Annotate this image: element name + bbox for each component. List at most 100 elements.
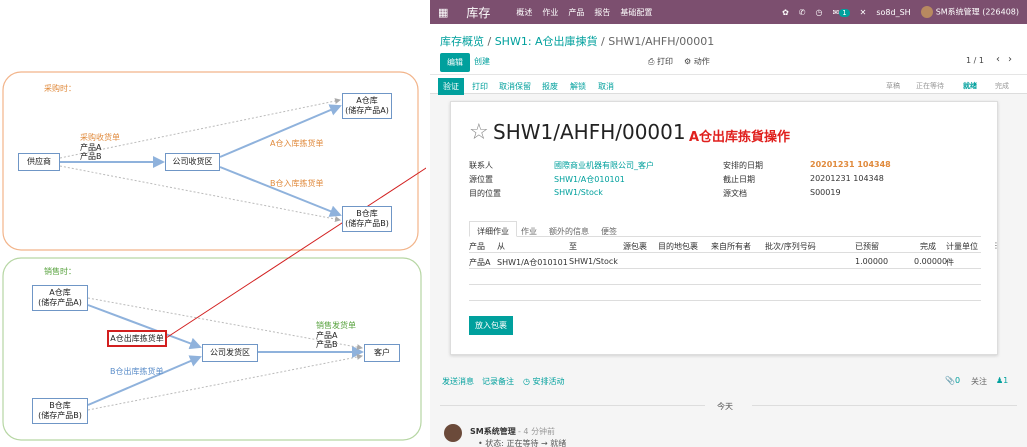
app-brand[interactable]: 库存 <box>466 4 490 21</box>
warehouse-a-node-top: A仓库 (储存产品A) <box>342 93 392 119</box>
chevron-left-icon[interactable]: ‹ <box>996 54 1008 65</box>
purchase-section-title: 采购时： <box>44 84 76 93</box>
log-note-button[interactable]: 记录备注 <box>482 376 514 387</box>
col-destination-package[interactable]: 目的地包裹 <box>658 241 698 252</box>
clock-icon[interactable]: ◷ <box>816 8 823 17</box>
breadcrumb-sep: / <box>597 35 609 48</box>
destination-location-label: 目的位置 <box>469 189 501 198</box>
apps-menu-icon[interactable]: ▦ <box>438 6 448 19</box>
today-divider-right <box>752 405 1017 406</box>
col-done[interactable]: 完成 <box>920 241 936 252</box>
col-reserved[interactable]: 已预留 <box>855 241 879 252</box>
col-product[interactable]: 产品 <box>469 241 485 252</box>
top-navbar: ▦ 库存 概述 作业 产品 报告 基础配置 ✿ ✆ ◷ ✉ 1 ✕ so8d_SH… <box>430 0 1027 24</box>
cell-from[interactable]: SHW1/A仓010101 <box>497 257 568 268</box>
pager-nav: ‹› <box>996 54 1020 65</box>
message-tracking: • 状态: 正在等待 → 就绪 <box>478 439 567 447</box>
print-button[interactable]: 打印 <box>472 81 488 92</box>
unlock-button[interactable]: 解锁 <box>570 81 586 92</box>
column-options-icon[interactable]: ⋮ <box>992 241 1000 250</box>
scheduled-date-label: 安排的日期 <box>723 161 763 170</box>
col-lot-serial[interactable]: 批次/序列号码 <box>765 241 816 252</box>
supplier-node: 供应商 <box>18 153 60 171</box>
col-from[interactable]: 从 <box>497 241 505 252</box>
deadline-value: 20201231 104348 <box>810 174 884 183</box>
source-location-label: 源位置 <box>469 175 493 184</box>
breadcrumb-picking-type[interactable]: SHW1: A仓出庫揀貨 <box>495 35 598 48</box>
breadcrumb-overview[interactable]: 库存概览 <box>440 35 484 48</box>
print-dropdown[interactable]: ⎙ 打印 <box>648 56 673 67</box>
clock-icon: ◷ <box>523 377 533 386</box>
tab-additional-info[interactable]: 额外的信息 <box>541 221 597 237</box>
user-avatar <box>920 6 933 18</box>
action-dropdown[interactable]: ⚙ 动作 <box>684 56 710 67</box>
phone-icon[interactable]: ✆ <box>799 8 806 17</box>
flow-diagram: 采购时： 销售时： 供应商 公司收货区 A仓库 (储存产品A) B仓库 (储存产品B… <box>0 0 426 447</box>
cell-uom[interactable]: 件 <box>946 257 954 268</box>
destination-location-value[interactable]: SHW1/Stock <box>554 188 603 197</box>
message-avatar <box>444 424 462 442</box>
menu-overview[interactable]: 概述 <box>516 7 532 18</box>
source-location-value[interactable]: SHW1/A仓010101 <box>554 174 625 185</box>
action-label: 动作 <box>693 57 710 66</box>
menu-reporting[interactable]: 报告 <box>594 7 610 18</box>
attachments-count: 0 <box>954 376 961 385</box>
followers-button[interactable]: ♟1 <box>996 376 1008 385</box>
put-in-pack-button[interactable]: 放入包裹 <box>469 316 513 335</box>
col-owner[interactable]: 来自所有者 <box>711 241 751 252</box>
table-header-divider <box>469 252 981 253</box>
user-name: SM系统管理 (226408) <box>935 7 1019 17</box>
menu-products[interactable]: 产品 <box>568 7 584 18</box>
edit-button[interactable]: 编辑 <box>440 53 470 72</box>
cell-to[interactable]: SHW1/Stock <box>569 257 618 266</box>
customer-node: 客户 <box>364 344 400 362</box>
attachments-button[interactable]: 📎0 <box>945 376 960 385</box>
schedule-activity-button[interactable]: ◷ 安排活动 <box>523 376 565 387</box>
odoo-app: ▦ 库存 概述 作业 产品 报告 基础配置 ✿ ✆ ◷ ✉ 1 ✕ so8d_SH… <box>430 0 1027 447</box>
chat-icon[interactable]: ✉ 1 <box>832 8 850 17</box>
sales-section-title: 销售时： <box>44 267 76 276</box>
validate-button[interactable]: 验证 <box>438 78 464 95</box>
col-source-package[interactable]: 源包裹 <box>623 241 647 252</box>
bug-icon[interactable]: ✿ <box>782 8 789 17</box>
receiving-area-node: 公司收货区 <box>165 153 220 171</box>
contact-value[interactable]: 國際商业机器有限公司_客户 <box>554 160 654 171</box>
cell-reserved[interactable]: 1.00000 <box>855 257 888 266</box>
annotation-text: A仓出库拣貨操作 <box>689 130 791 145</box>
follow-button[interactable]: 关注 <box>971 376 987 387</box>
contact-label: 联系人 <box>469 161 493 170</box>
paperclip-icon: 📎 <box>945 376 955 385</box>
col-to[interactable]: 至 <box>569 241 577 252</box>
company-switcher[interactable]: so8d_SH <box>876 8 910 17</box>
product-b-label-2: 产品B <box>316 340 338 349</box>
notebook-tabs: 详细作业 作业 额外的信息 便签 <box>469 221 981 237</box>
schedule-activity-label: 安排活动 <box>532 377 565 386</box>
close-icon[interactable]: ✕ <box>860 8 867 17</box>
cell-done[interactable]: 0.00000 <box>914 257 947 266</box>
create-button[interactable]: 创建 <box>474 56 490 67</box>
menu-operations[interactable]: 作业 <box>542 7 558 18</box>
print-label: 打印 <box>656 57 673 66</box>
col-uom[interactable]: 计量单位 <box>946 241 978 252</box>
chevron-right-icon[interactable]: › <box>1008 54 1020 65</box>
cancel-button[interactable]: 取消 <box>598 81 614 92</box>
star-icon[interactable]: ☆ <box>469 120 489 145</box>
message-author[interactable]: SM系统管理 <box>470 426 516 437</box>
today-divider-left <box>440 405 705 406</box>
user-menu[interactable]: SM系统管理 (226408) <box>920 6 1019 18</box>
scrap-button[interactable]: 报废 <box>542 81 558 92</box>
screenshot-root: 采购时： 销售时： 供应商 公司收货区 A仓库 (储存产品A) B仓库 (储存产品B… <box>0 0 1027 447</box>
cell-product[interactable]: 产品A <box>469 257 490 268</box>
tab-note[interactable]: 便签 <box>593 221 625 237</box>
message-time: - 4 分钟前 <box>518 427 556 436</box>
warehouse-b-node-top: B仓库 (储存产品B) <box>342 206 392 232</box>
pager-value[interactable]: 1 / 1 <box>966 56 984 65</box>
tab-detailed-operations[interactable]: 详细作业 <box>469 221 517 237</box>
tracking-value: 状态: 正在等待 → 就绪 <box>485 439 567 447</box>
unreserve-button[interactable]: 取消保留 <box>499 81 531 92</box>
send-message-button[interactable]: 发送消息 <box>442 376 474 387</box>
shipping-area-node: 公司发货区 <box>202 344 258 362</box>
status-bar: 验证 打印 取消保留 报废 解锁 取消 草稿 正在等待 就绪 完成 <box>430 74 1027 95</box>
a-putaway-label: A仓入库拣货单 <box>270 139 324 148</box>
menu-configuration[interactable]: 基础配置 <box>620 7 652 18</box>
